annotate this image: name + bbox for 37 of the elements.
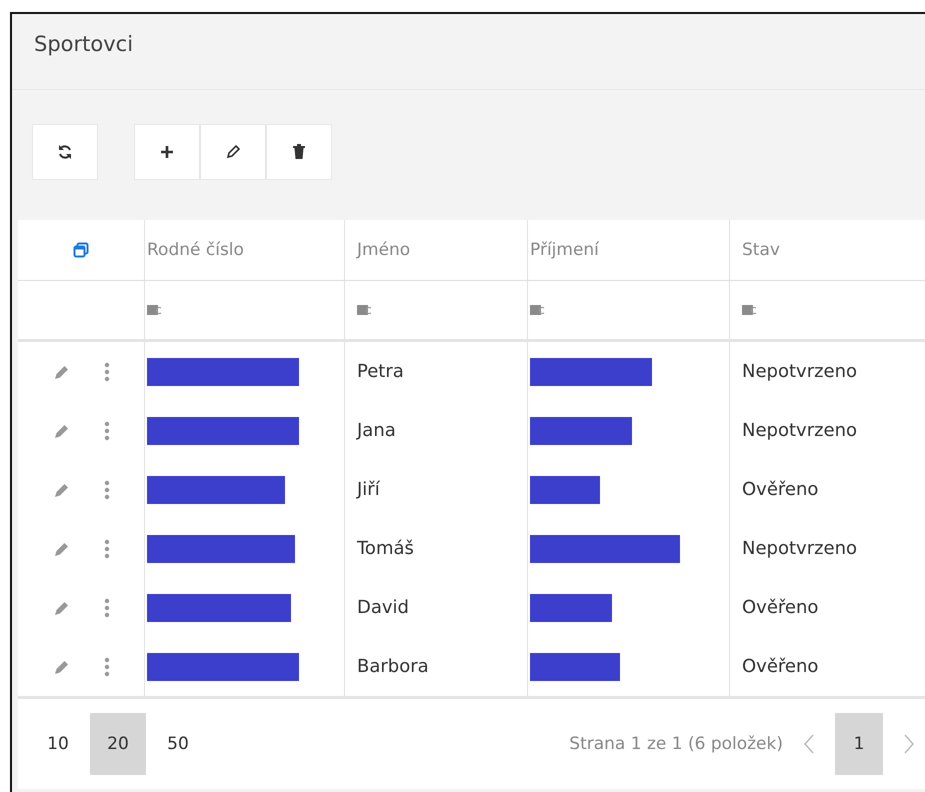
more-vertical-icon[interactable] bbox=[104, 480, 110, 500]
trash-icon bbox=[292, 144, 306, 160]
page-size-button[interactable]: 10 bbox=[30, 713, 86, 775]
page-size-button[interactable]: 20 bbox=[90, 713, 146, 775]
table-cell: Barbora bbox=[357, 656, 429, 677]
table-cell: Ověřeno bbox=[742, 597, 818, 618]
column-chooser-icon[interactable] bbox=[73, 242, 89, 258]
delete-button[interactable] bbox=[266, 124, 332, 180]
table-cell: Jiří bbox=[357, 479, 380, 500]
more-vertical-icon[interactable] bbox=[104, 362, 110, 382]
page-info: Strana 1 ze 1 (6 položek) bbox=[569, 734, 783, 754]
page-size-button[interactable]: 50 bbox=[150, 713, 206, 775]
more-vertical-icon[interactable] bbox=[104, 656, 110, 676]
table-cell: David bbox=[357, 597, 409, 618]
table-cell: Petra bbox=[357, 361, 404, 382]
column-header[interactable]: Stav bbox=[742, 240, 780, 260]
table-cell: Nepotvrzeno bbox=[742, 361, 858, 382]
table-cell: Nepotvrzeno bbox=[742, 420, 858, 441]
table-cell: Ověřeno bbox=[742, 656, 818, 677]
table-cell: Ověřeno bbox=[742, 479, 818, 500]
window-title: Sportovci bbox=[34, 32, 134, 56]
table-cell: Jana bbox=[357, 420, 396, 441]
table-cell: Nepotvrzeno bbox=[742, 538, 858, 559]
more-vertical-icon[interactable] bbox=[104, 538, 110, 558]
redaction-block bbox=[530, 476, 600, 504]
plus-icon bbox=[160, 145, 174, 159]
more-vertical-icon[interactable] bbox=[104, 420, 110, 440]
column-header[interactable]: Rodné číslo bbox=[147, 240, 244, 260]
page-button[interactable]: 1 bbox=[835, 713, 883, 775]
chevron-right-icon[interactable] bbox=[903, 733, 915, 755]
refresh-icon bbox=[57, 144, 73, 160]
pencil-icon bbox=[225, 144, 241, 160]
more-vertical-icon[interactable] bbox=[104, 598, 110, 618]
column-header[interactable]: Jméno bbox=[357, 240, 410, 260]
table-cell: Tomáš bbox=[357, 538, 414, 559]
column-header[interactable]: Příjmení bbox=[530, 240, 599, 260]
chevron-left-icon[interactable] bbox=[803, 733, 815, 755]
